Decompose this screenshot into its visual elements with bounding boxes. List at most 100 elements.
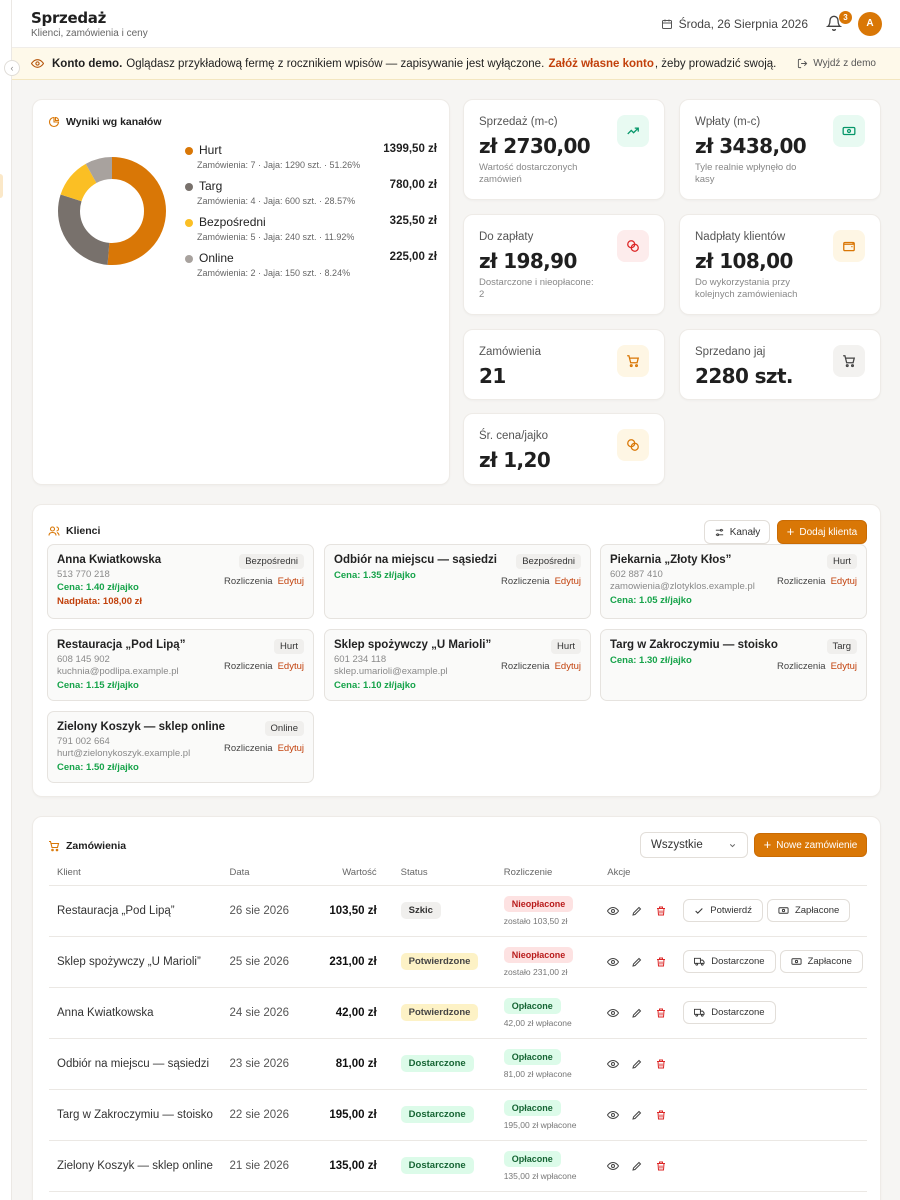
stat-value: 2280 szt.	[695, 364, 794, 388]
order-action-button-1[interactable]: Zapłacone	[779, 950, 863, 973]
edit-customer-link[interactable]: Edytuj	[555, 576, 581, 587]
legend-channel-value: 225,00 zł	[389, 251, 437, 263]
add-customer-button[interactable]: + Dodaj klienta	[777, 520, 867, 544]
order-actions-cell: Dostarczone Zapłacone	[599, 936, 867, 988]
legend-channel-value: 1399,50 zł	[383, 143, 437, 155]
stat-card: Wpłaty (m-c) zł 3438,00 Tyle realnie wpłyn…	[679, 99, 881, 200]
order-actions: Potwierdź Zapłacone	[607, 899, 867, 922]
customers-title-label: Klienci	[66, 525, 101, 537]
order-action-button-0[interactable]: Dostarczone	[683, 950, 776, 973]
notifications-button[interactable]: 3	[825, 11, 852, 33]
order-payment-cell: Opłacone 42,00 zł wpłacone	[495, 987, 600, 1039]
banknote-icon	[778, 907, 789, 914]
trash-icon[interactable]	[655, 1058, 667, 1070]
customer-actions: Rozliczenia Edytuj	[777, 576, 857, 587]
customer-actions: Rozliczenia Edytuj	[224, 743, 304, 754]
customer-card: Anna Kwiatkowska Bezpośredni 513 770 218 Ce…	[47, 544, 314, 619]
trash-icon[interactable]	[655, 1109, 667, 1121]
stat-label: Do zapłaty	[479, 231, 534, 243]
customer-name: Targ w Zakroczymiu — stoisko	[610, 639, 778, 651]
payment-detail: zostało 231,00 zł	[503, 966, 568, 977]
order-status-badge: Potwierdzone	[400, 1004, 479, 1021]
order-action-button-0[interactable]: Potwierdź	[683, 899, 763, 922]
pencil-icon[interactable]	[631, 1109, 643, 1121]
trash-icon[interactable]	[655, 1160, 667, 1172]
eye-icon[interactable]	[607, 1160, 620, 1172]
pencil-icon[interactable]	[631, 1007, 643, 1019]
customer-name: Zielony Koszyk — sklep online	[57, 721, 226, 733]
orders-filter-select[interactable]: Wszystkie	[640, 832, 748, 858]
edit-customer-link[interactable]: Edytuj	[278, 661, 304, 672]
trash-icon[interactable]	[655, 1007, 667, 1019]
eye-icon[interactable]	[607, 905, 620, 917]
settlements-link[interactable]: Rozliczenia	[501, 576, 550, 587]
customer-name: Sklep spożywczy „U Marioli”	[334, 639, 492, 651]
edit-customer-link[interactable]: Edytuj	[555, 661, 581, 672]
order-action-label: Zapłacone	[807, 956, 852, 967]
customer-price: Cena: 1.15 zł/jajko	[57, 680, 139, 691]
payment-status-badge: Opłacone	[503, 997, 561, 1014]
pie-chart-icon	[48, 116, 60, 128]
eye-icon[interactable]	[607, 1007, 620, 1019]
edit-customer-link[interactable]: Edytuj	[831, 576, 857, 587]
page-title: Sprzedaż	[31, 9, 107, 27]
new-order-button[interactable]: + Nowe zamówienie	[754, 833, 867, 857]
edit-customer-link[interactable]: Edytuj	[831, 661, 857, 672]
pencil-icon[interactable]	[631, 1160, 643, 1172]
customer-card: Zielony Koszyk — sklep online Online 791 0…	[47, 711, 314, 783]
edit-customer-link[interactable]: Edytuj	[278, 576, 304, 587]
settlements-link[interactable]: Rozliczenia	[777, 661, 826, 672]
legend-swatch	[185, 255, 193, 263]
trash-icon[interactable]	[655, 956, 667, 968]
column-header: Rozliczenie	[495, 860, 600, 886]
cart-icon	[617, 345, 649, 377]
collapse-sidebar-button[interactable]: ‹	[4, 60, 20, 76]
eye-icon[interactable]	[607, 956, 620, 968]
create-account-link[interactable]: Załóż własne konto	[548, 58, 653, 70]
settlements-link[interactable]: Rozliczenia	[224, 576, 273, 587]
customer-actions: Rozliczenia Edytuj	[224, 661, 304, 672]
settlements-link[interactable]: Rozliczenia	[777, 576, 826, 587]
date-label: Środa, 26 Sierpnia 2026	[678, 17, 808, 31]
customer-price: Cena: 1.05 zł/jajko	[610, 595, 692, 606]
user-avatar[interactable]: A	[858, 12, 882, 36]
order-status-cell: Szkic	[392, 885, 496, 937]
customer-phone: 608 145 902	[57, 654, 110, 665]
stat-label: Sprzedaż (m-c)	[479, 116, 558, 128]
users-icon	[48, 526, 60, 536]
exit-demo-button[interactable]: Wyjdź z demo	[797, 58, 876, 69]
column-header: Wartość	[299, 860, 393, 886]
legend-channel-name: Targ	[199, 179, 223, 193]
pencil-icon[interactable]	[631, 905, 643, 917]
sidebar-rail	[0, 0, 12, 1200]
orders-table-header: Klient Data Wartość Status Rozliczenie Akcje	[49, 860, 867, 886]
edit-customer-link[interactable]: Edytuj	[278, 743, 304, 754]
settlements-link[interactable]: Rozliczenia	[501, 661, 550, 672]
order-action-button-1[interactable]: Zapłacone	[766, 899, 851, 922]
settlements-link[interactable]: Rozliczenia	[224, 661, 273, 672]
eye-icon[interactable]	[607, 1109, 620, 1121]
column-header: Status	[392, 860, 496, 886]
sidebar-active-marker	[0, 174, 3, 198]
payment-detail: 42,00 zł wpłacone	[503, 1017, 572, 1028]
trash-icon[interactable]	[655, 905, 667, 917]
stat-card: Śr. cena/jajko zł 1,20	[463, 413, 665, 485]
order-action-button-0[interactable]: Dostarczone	[683, 1001, 776, 1024]
order-value: 42,00 zł	[299, 987, 393, 1039]
order-row: Odbiór na miejscu — sąsiedzi 23 sie 2026 8…	[49, 1038, 867, 1090]
pencil-icon[interactable]	[631, 1058, 643, 1070]
order-value: 231,00 zł	[299, 936, 393, 988]
customer-name: Anna Kwiatkowska	[57, 554, 162, 566]
eye-icon[interactable]	[607, 1058, 620, 1070]
settlements-link[interactable]: Rozliczenia	[224, 743, 273, 754]
customer-card: Piekarnia „Złoty Kłos” Hurt 602 887 410 zam…	[600, 544, 867, 619]
pencil-icon[interactable]	[631, 956, 643, 968]
cash-icon	[833, 115, 865, 147]
order-status-badge: Dostarczone	[400, 1157, 474, 1174]
order-status-cell: Potwierdzone	[392, 936, 496, 988]
stat-description: Dostarczone i nieopłacone: 2	[479, 277, 594, 300]
channels-button[interactable]: Kanały	[704, 520, 770, 544]
customer-actions: Rozliczenia Edytuj	[501, 576, 581, 587]
order-actions	[607, 1058, 867, 1070]
cart-icon	[833, 345, 865, 377]
